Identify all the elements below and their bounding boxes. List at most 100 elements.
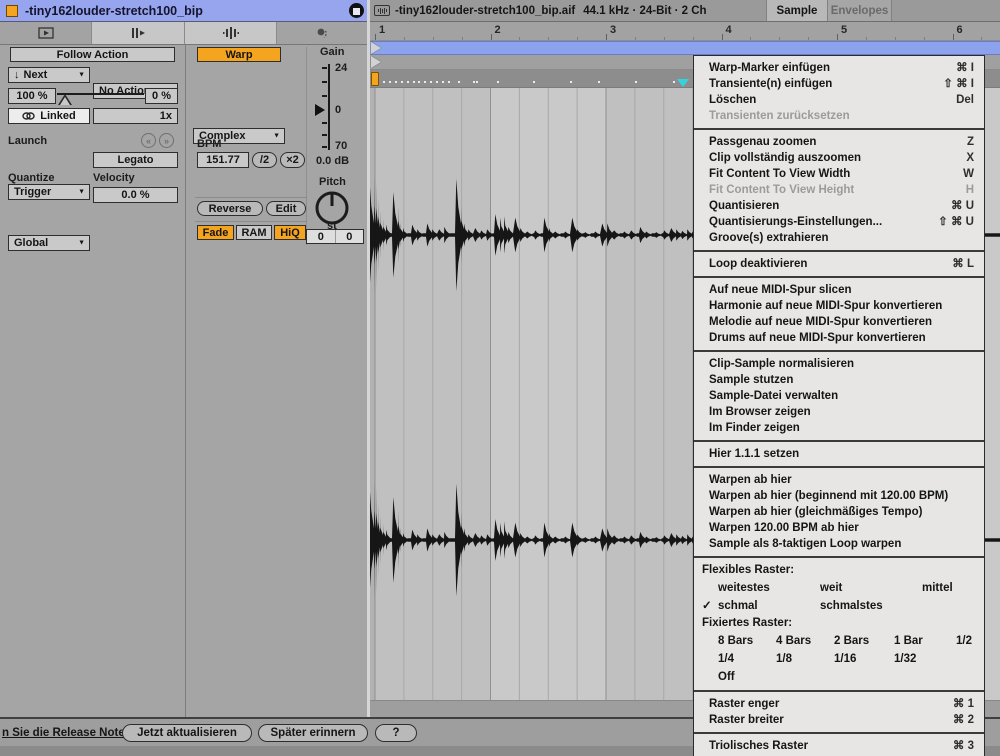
menu-item[interactable]: Groove(s) extrahieren <box>694 230 984 246</box>
tab-sample[interactable] <box>185 22 277 45</box>
menu-item[interactable]: Sample als 8-taktigen Loop warpen <box>694 536 984 552</box>
edit-button[interactable]: Edit <box>266 201 306 216</box>
menu-item[interactable]: Sample-Datei verwalten <box>694 388 984 404</box>
follow-chance-a-field[interactable]: 100 % <box>8 88 56 104</box>
menu-item[interactable]: Quantisierungs-Einstellungen...⇧ ⌘ U <box>694 214 984 230</box>
tab-clip-overview[interactable] <box>0 22 92 45</box>
menu-item[interactable]: Warpen ab hier (gleichmäßiges Tempo) <box>694 504 984 520</box>
transient-dot[interactable] <box>635 81 637 83</box>
transient-dot[interactable] <box>389 81 391 83</box>
grid-option[interactable]: 1/32 <box>894 650 956 668</box>
legato-toggle[interactable]: Legato <box>93 152 178 168</box>
transient-dot[interactable] <box>430 81 432 83</box>
menu-item[interactable]: Auf neue MIDI-Spur slicen <box>694 282 984 298</box>
menu-item[interactable]: Hier 1.1.1 setzen <box>694 446 984 462</box>
saved-clip-icon[interactable] <box>349 3 364 18</box>
menu-item[interactable]: Raster breiter⌘ 2 <box>694 712 984 728</box>
grid-option[interactable]: 1/16 <box>834 650 894 668</box>
grid-option[interactable]: 1/8 <box>776 650 834 668</box>
follow-chance-slider[interactable] <box>56 88 145 104</box>
linked-toggle[interactable]: Linked <box>8 108 90 124</box>
grid-option[interactable]: weitestes <box>718 579 820 597</box>
grid-option[interactable]: 4 Bars <box>776 632 834 650</box>
menu-item[interactable]: Warpen ab hier (beginnend mit 120.00 BPM… <box>694 488 984 504</box>
loop-multiplier-field[interactable]: 1x <box>93 108 178 124</box>
bpm-half-button[interactable]: /2 <box>252 152 277 168</box>
ram-toggle[interactable]: RAM <box>236 225 272 240</box>
warp-toggle[interactable]: Warp <box>197 47 281 62</box>
transient-dot[interactable] <box>395 81 397 83</box>
gain-handle[interactable] <box>315 104 325 116</box>
menu-item[interactable]: LöschenDel <box>694 92 984 108</box>
menu-item[interactable]: Sample stutzen <box>694 372 984 388</box>
prev-clip-button[interactable]: « <box>141 133 156 148</box>
transient-dot[interactable] <box>436 81 438 83</box>
cyan-warp-marker[interactable] <box>677 79 689 87</box>
velocity-field[interactable]: 0.0 % <box>93 187 178 203</box>
help-button[interactable]: ? <box>375 724 417 742</box>
grid-option[interactable]: 1 Bar <box>894 632 956 650</box>
menu-item[interactable]: Drums auf neue MIDI-Spur konvertieren <box>694 330 984 346</box>
hiq-toggle[interactable]: HiQ <box>274 225 306 240</box>
grid-option[interactable]: Off <box>718 668 776 686</box>
grid-option[interactable]: 1/4 <box>718 650 776 668</box>
gain-slider[interactable] <box>328 64 330 150</box>
menu-item[interactable]: Transiente(n) einfügen⇧ ⌘ I <box>694 76 984 92</box>
grid-option[interactable]: 8 Bars <box>718 632 776 650</box>
beat-time-ruler[interactable]: 123456 <box>370 22 1000 41</box>
clip-color-swatch[interactable] <box>6 5 18 17</box>
follow-action-a-dropdown[interactable]: ↓Next▼ <box>8 67 90 83</box>
next-clip-button[interactable]: » <box>159 133 174 148</box>
menu-item[interactable]: Harmonie auf neue MIDI-Spur konvertieren <box>694 298 984 314</box>
loop-bar[interactable] <box>370 41 1000 55</box>
menu-item[interactable]: Warpen ab hier <box>694 472 984 488</box>
transient-dot[interactable] <box>673 81 675 83</box>
grid-option[interactable]: schmalstes <box>820 597 922 615</box>
gain-value[interactable]: 0.0 dB <box>316 155 349 167</box>
menu-item[interactable]: Clip-Sample normalisieren <box>694 356 984 372</box>
update-now-button[interactable]: Jetzt aktualisieren <box>122 724 252 742</box>
remind-later-button[interactable]: Später erinnern <box>258 724 368 742</box>
grid-option[interactable]: weit <box>820 579 922 597</box>
tab-sample-view[interactable]: Sample <box>766 0 828 21</box>
loop-start-marker[interactable] <box>371 42 381 54</box>
transient-dot[interactable] <box>497 81 499 83</box>
transient-dot[interactable] <box>598 81 600 83</box>
transient-dot[interactable] <box>383 81 385 83</box>
tab-envelopes-view[interactable]: Envelopes <box>828 0 892 21</box>
transient-dot[interactable] <box>401 81 403 83</box>
menu-item[interactable]: Melodie auf neue MIDI-Spur konvertieren <box>694 314 984 330</box>
menu-item[interactable]: Clip vollständig auszoomenX <box>694 150 984 166</box>
warp-start-marker[interactable] <box>371 72 379 86</box>
bpm-field[interactable]: 151.77 <box>197 152 249 168</box>
menu-item[interactable]: Loop deaktivieren⌘ L <box>694 256 984 272</box>
transient-dot[interactable] <box>413 81 415 83</box>
quantize-dropdown[interactable]: Global▼ <box>8 235 90 251</box>
grid-option[interactable]: 2 Bars <box>834 632 894 650</box>
follow-chance-b-field[interactable]: 0 % <box>145 88 178 104</box>
slider-handle[interactable] <box>58 94 72 105</box>
launch-mode-dropdown[interactable]: Trigger▼ <box>8 184 90 200</box>
menu-item[interactable]: Quantisieren⌘ U <box>694 198 984 214</box>
grid-option[interactable]: 1/2 <box>956 632 984 650</box>
menu-item[interactable]: Passgenau zoomenZ <box>694 134 984 150</box>
release-notes-link[interactable]: n Sie die Release Notes <box>2 727 131 739</box>
clip-start-marker[interactable] <box>371 56 381 68</box>
transient-dot[interactable] <box>442 81 444 83</box>
menu-item[interactable]: Raster enger⌘ 1 <box>694 696 984 712</box>
follow-action-header[interactable]: Follow Action <box>10 47 175 62</box>
transient-dot[interactable] <box>458 81 460 83</box>
reverse-button[interactable]: Reverse <box>197 201 263 216</box>
tab-launch[interactable] <box>92 22 185 45</box>
transient-dot[interactable] <box>424 81 426 83</box>
menu-item[interactable]: Warp-Marker einfügen⌘ I <box>694 60 984 76</box>
menu-item[interactable]: Warpen 120.00 BPM ab hier <box>694 520 984 536</box>
transient-dot[interactable] <box>407 81 409 83</box>
transient-dot[interactable] <box>570 81 572 83</box>
transient-dot[interactable] <box>418 81 420 83</box>
grid-option[interactable]: mittel <box>922 579 984 597</box>
menu-item[interactable]: Fit Content To View WidthW <box>694 166 984 182</box>
transient-dot[interactable] <box>533 81 535 83</box>
grid-option[interactable]: schmal <box>718 597 820 615</box>
menu-item[interactable]: Triolisches Raster⌘ 3 <box>694 738 984 754</box>
